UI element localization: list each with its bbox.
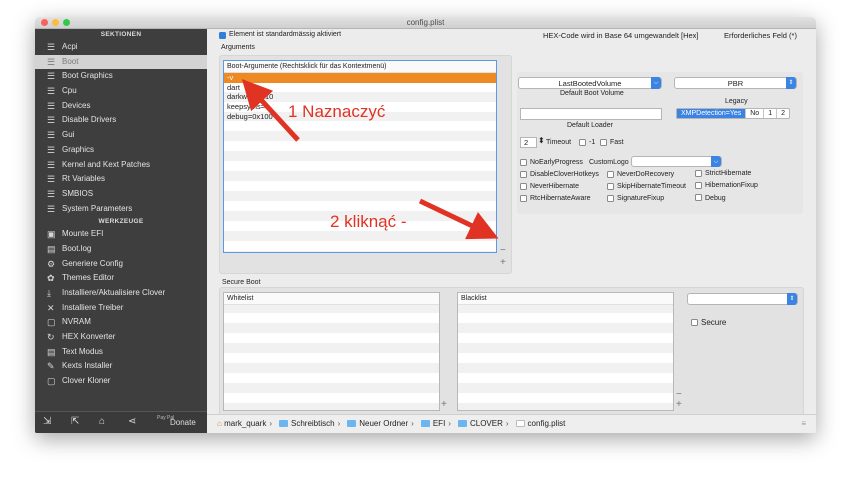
annotation-arrows (241, 78, 499, 240)
annotation-step2: 2 kliknąć - (330, 212, 407, 231)
annotation-step1: 1 Naznaczyć (288, 102, 386, 121)
arrow-to-minus-button (418, 198, 499, 240)
